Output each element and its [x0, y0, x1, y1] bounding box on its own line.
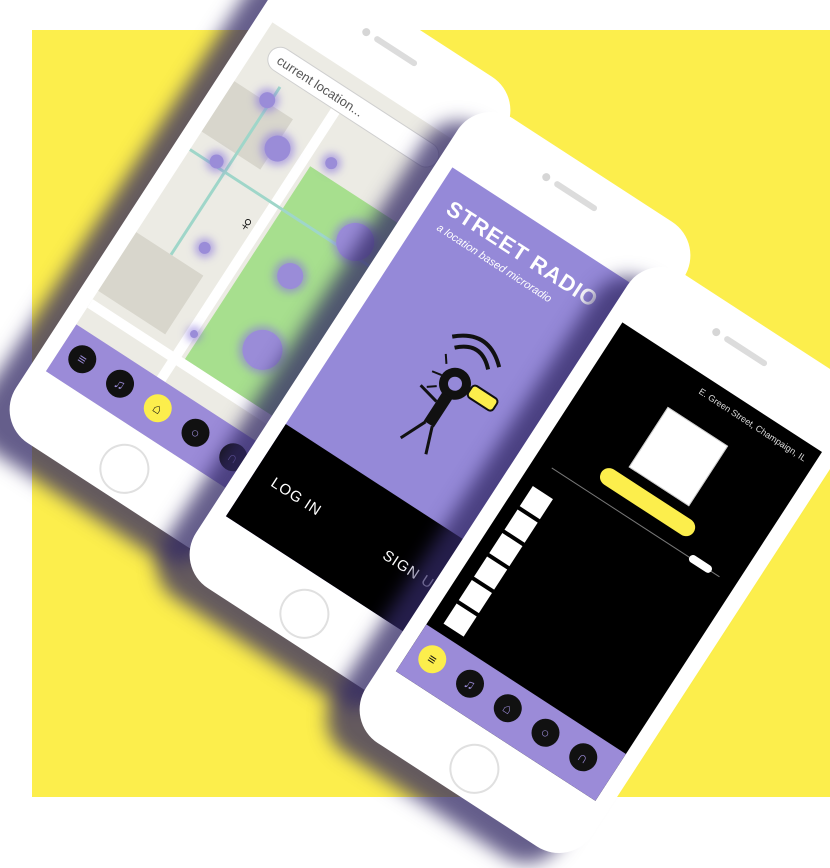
front-camera — [710, 326, 722, 338]
speaker — [553, 180, 599, 213]
speaker — [723, 335, 769, 368]
progress-knob[interactable] — [687, 553, 714, 575]
app-title: STREET RADIO — [441, 195, 603, 313]
record-icon[interactable]: ○ — [526, 713, 565, 753]
speaker — [373, 35, 419, 68]
street-radio-mascot-icon — [361, 301, 538, 484]
list-icon[interactable]: ≡ — [62, 339, 102, 379]
list-icon[interactable]: ≡ — [412, 639, 452, 679]
front-camera — [360, 26, 372, 38]
home-icon[interactable]: ⌂ — [138, 388, 178, 428]
radio-hotspot[interactable] — [322, 154, 340, 172]
headphones-icon[interactable]: ∩ — [563, 737, 603, 777]
record-icon[interactable]: ○ — [176, 413, 215, 453]
broadcast-person-icon[interactable]: ♫ — [100, 364, 140, 404]
radio-hotspot[interactable] — [206, 151, 227, 172]
front-camera — [540, 171, 552, 183]
broadcast-person-icon[interactable]: ♫ — [450, 664, 490, 704]
radio-hotspot[interactable] — [196, 239, 213, 257]
home-icon[interactable]: ⌂ — [488, 688, 528, 728]
login-button[interactable]: LOG IN — [268, 474, 325, 519]
